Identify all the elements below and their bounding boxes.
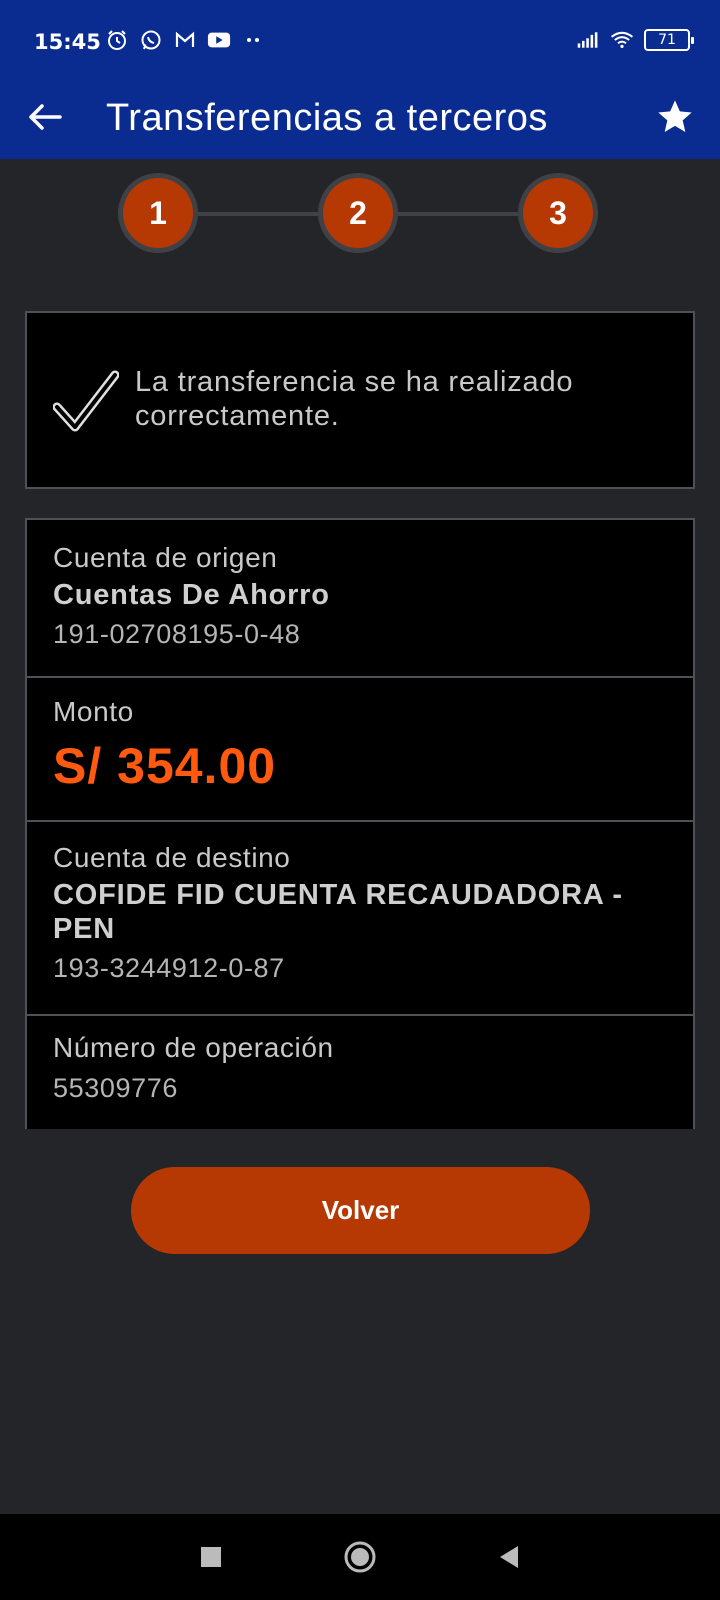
alarm-icon (105, 28, 129, 52)
origin-account-number: 191-02708195-0-48 (53, 619, 301, 649)
home-icon[interactable] (339, 1536, 381, 1578)
status-bar: 15:45 71 (0, 0, 720, 84)
origin-account-row: Cuenta de origen Cuentas De Ahorro 191-0… (27, 520, 693, 678)
step-2: 2 (318, 173, 398, 253)
operation-number-row: Número de operación 55309776 (27, 1016, 693, 1129)
success-message-box: La transferencia se ha realizado correct… (25, 311, 695, 489)
volver-button[interactable]: Volver (131, 1167, 590, 1254)
origin-account-type: Cuentas De Ahorro (53, 579, 330, 611)
amount-row: Monto S/ 354.00 (27, 678, 693, 822)
stepper: 1 2 3 (118, 173, 602, 253)
step-number: 2 (323, 178, 393, 248)
system-navigation-bar (0, 1514, 720, 1600)
notification-icons (105, 28, 265, 52)
amount-label: Monto (53, 696, 134, 727)
page-title: Transferencias a terceros (106, 97, 548, 139)
recents-icon[interactable] (190, 1536, 232, 1578)
status-time: 15:45 (34, 30, 101, 54)
wifi-icon (610, 28, 634, 52)
more-dots-icon (241, 28, 265, 52)
signal-icon (576, 28, 600, 52)
system-icons: 71 (576, 28, 694, 52)
whatsapp-icon (139, 28, 163, 52)
operation-number-label: Número de operación (53, 1032, 334, 1063)
origin-account-label: Cuenta de origen (53, 542, 278, 573)
destination-account-number: 193-3244912-0-87 (53, 953, 285, 983)
battery-icon: 71 (644, 29, 694, 51)
youtube-icon (207, 28, 231, 52)
back-nav-icon[interactable] (488, 1536, 530, 1578)
destination-account-name: COFIDE FID CUENTA RECAUDADORA - PEN (53, 879, 623, 945)
success-text: La transferencia se ha realizado correct… (135, 366, 574, 432)
arrow-left-icon[interactable] (22, 94, 68, 140)
step-number: 3 (523, 178, 593, 248)
amount-value: S/ 354.00 (53, 738, 277, 794)
destination-account-row: Cuenta de destino COFIDE FID CUENTA RECA… (27, 822, 693, 1016)
operation-number-value: 55309776 (53, 1073, 178, 1103)
check-icon (53, 370, 119, 432)
transfer-details: Cuenta de origen Cuentas De Ahorro 191-0… (25, 518, 695, 1129)
star-icon[interactable] (650, 92, 700, 142)
step-number: 1 (123, 178, 193, 248)
app-bar: Transferencias a terceros (0, 84, 720, 159)
step-connector (394, 212, 522, 216)
gmail-icon (173, 28, 197, 52)
step-connector (194, 212, 322, 216)
step-1: 1 (118, 173, 198, 253)
step-3: 3 (518, 173, 598, 253)
destination-account-label: Cuenta de destino (53, 842, 291, 873)
